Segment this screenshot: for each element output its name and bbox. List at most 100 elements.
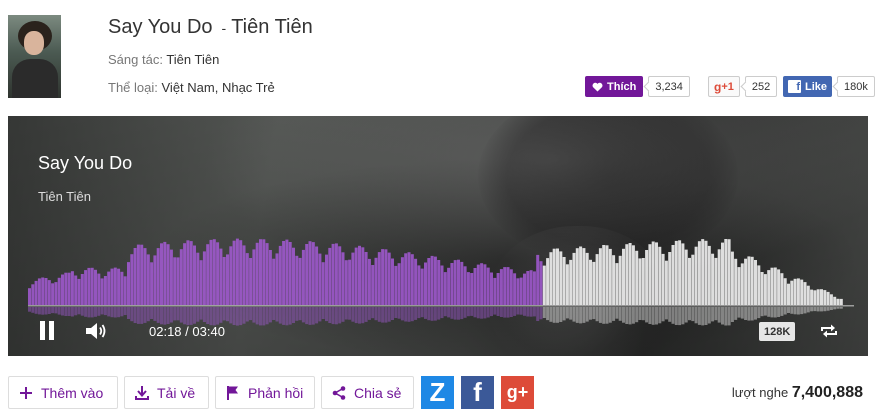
waveform-baseline bbox=[28, 305, 854, 307]
repeat-button[interactable] bbox=[819, 322, 839, 340]
waveform-reflection bbox=[229, 307, 233, 324]
facebook-like-button[interactable]: f Like bbox=[783, 76, 833, 97]
waveform-reflection bbox=[648, 307, 652, 324]
facebook-share-button[interactable]: f bbox=[461, 376, 494, 409]
album-cover[interactable] bbox=[8, 15, 61, 98]
waveform-reflection bbox=[717, 307, 721, 323]
waveform-bar-played bbox=[206, 244, 210, 305]
feedback-button[interactable]: Phản hồi bbox=[215, 376, 315, 409]
waveform-reflection bbox=[575, 307, 579, 323]
waveform-bar bbox=[542, 265, 546, 305]
gplus-widget: g +1 252 bbox=[708, 76, 778, 97]
pause-button[interactable] bbox=[38, 321, 56, 341]
waveform[interactable] bbox=[8, 116, 868, 356]
waveform-bar-played bbox=[80, 274, 84, 305]
waveform-bar-played bbox=[28, 288, 31, 305]
waveform-reflection bbox=[529, 307, 533, 317]
waveform-reflection bbox=[697, 307, 701, 325]
listen-count-label: lượt nghe bbox=[731, 385, 789, 400]
gplus-share-button[interactable]: g+ bbox=[501, 376, 534, 409]
gplus-share-icon: g+ bbox=[506, 382, 529, 402]
feedback-label: Phản hồi bbox=[248, 384, 304, 401]
waveform-bar-played bbox=[473, 268, 477, 305]
waveform-reflection bbox=[47, 307, 51, 314]
waveform-bar bbox=[648, 244, 652, 305]
waveform-reflection bbox=[430, 307, 434, 321]
waveform-reflection bbox=[681, 307, 685, 325]
waveform-bar-played bbox=[140, 244, 144, 305]
waveform-bar-played bbox=[539, 261, 543, 305]
waveform-reflection bbox=[582, 307, 586, 323]
song-artist-link[interactable]: Tiên Tiên bbox=[231, 16, 313, 39]
waveform-reflection bbox=[585, 307, 589, 322]
waveform-bar-played bbox=[94, 269, 97, 305]
waveform-reflection bbox=[605, 307, 609, 324]
waveform-bar-played bbox=[490, 272, 493, 305]
waveform-bar-played bbox=[196, 252, 200, 305]
waveform-reflection bbox=[77, 307, 81, 315]
waveform-reflection bbox=[466, 307, 470, 317]
waveform-reflection bbox=[661, 307, 665, 322]
composer-link[interactable]: Tiên Tiên bbox=[166, 52, 219, 67]
waveform-reflection bbox=[334, 307, 338, 325]
waveform-bar-played bbox=[219, 248, 223, 305]
waveform-bar-played bbox=[288, 242, 292, 305]
volume-button[interactable] bbox=[84, 320, 110, 342]
waveform-bar bbox=[810, 289, 814, 305]
waveform-bar-played bbox=[305, 244, 309, 305]
waveform-reflection bbox=[311, 307, 315, 325]
waveform-reflection bbox=[453, 307, 457, 320]
waveform-bar bbox=[635, 250, 639, 305]
waveform-reflection bbox=[100, 307, 104, 315]
waveform-bar bbox=[625, 244, 629, 305]
waveform-bar-played bbox=[351, 252, 355, 305]
waveform-bar bbox=[754, 260, 757, 305]
waveform-reflection bbox=[232, 307, 236, 325]
like-button[interactable]: Thích bbox=[585, 76, 644, 97]
waveform-reflection bbox=[391, 307, 394, 320]
waveform-reflection bbox=[169, 307, 173, 323]
waveform-reflection bbox=[358, 307, 361, 324]
waveform-bar-played bbox=[186, 240, 190, 305]
quality-selector[interactable]: 128K bbox=[759, 322, 796, 341]
waveform-bar bbox=[707, 245, 711, 305]
waveform-reflection bbox=[272, 307, 276, 320]
waveform-reflection bbox=[463, 307, 467, 318]
waveform-bar bbox=[721, 242, 724, 305]
waveform-reflection bbox=[44, 307, 48, 315]
waveform-bar bbox=[615, 263, 619, 305]
waveform-bar bbox=[565, 264, 569, 305]
waveform-reflection bbox=[499, 307, 503, 317]
download-button[interactable]: Tải về bbox=[124, 376, 209, 409]
waveform-bar-played bbox=[169, 249, 173, 305]
like-count: 3,234 bbox=[648, 76, 690, 97]
gplus-g-icon: g bbox=[714, 79, 722, 94]
waveform-reflection bbox=[744, 307, 748, 320]
gplus-button[interactable]: g +1 bbox=[708, 76, 740, 97]
waveform-reflection bbox=[457, 307, 460, 320]
waveform-bar bbox=[638, 258, 642, 305]
waveform-reflection bbox=[189, 307, 193, 325]
waveform-reflection bbox=[133, 307, 137, 323]
waveform-reflection bbox=[110, 307, 114, 318]
waveform-bar bbox=[800, 279, 804, 305]
waveform-reflection bbox=[242, 307, 246, 324]
composer-row: Sáng tác: Tiên Tiên bbox=[108, 52, 219, 67]
waveform-reflection bbox=[245, 307, 249, 322]
waveform-reflection bbox=[503, 307, 507, 318]
waveform-reflection bbox=[542, 307, 546, 318]
waveform-reflection bbox=[496, 307, 500, 316]
waveform-bar bbox=[760, 272, 764, 305]
waveform-bar bbox=[575, 248, 579, 305]
waveform-bar-played bbox=[301, 249, 305, 305]
waveform-bar-played bbox=[130, 254, 134, 305]
add-to-playlist-button[interactable]: Thêm vào bbox=[8, 376, 118, 409]
zing-share-button[interactable]: Z bbox=[421, 376, 454, 409]
waveform-reflection bbox=[179, 307, 183, 323]
waveform-reflection bbox=[734, 307, 738, 320]
genre-links[interactable]: Việt Nam, Nhạc Trẻ bbox=[162, 80, 275, 95]
waveform-bar-played bbox=[509, 269, 513, 305]
waveform-bar-played bbox=[235, 238, 239, 305]
share-button[interactable]: Chia sẻ bbox=[321, 376, 414, 409]
waveform-bar-played bbox=[506, 267, 510, 305]
